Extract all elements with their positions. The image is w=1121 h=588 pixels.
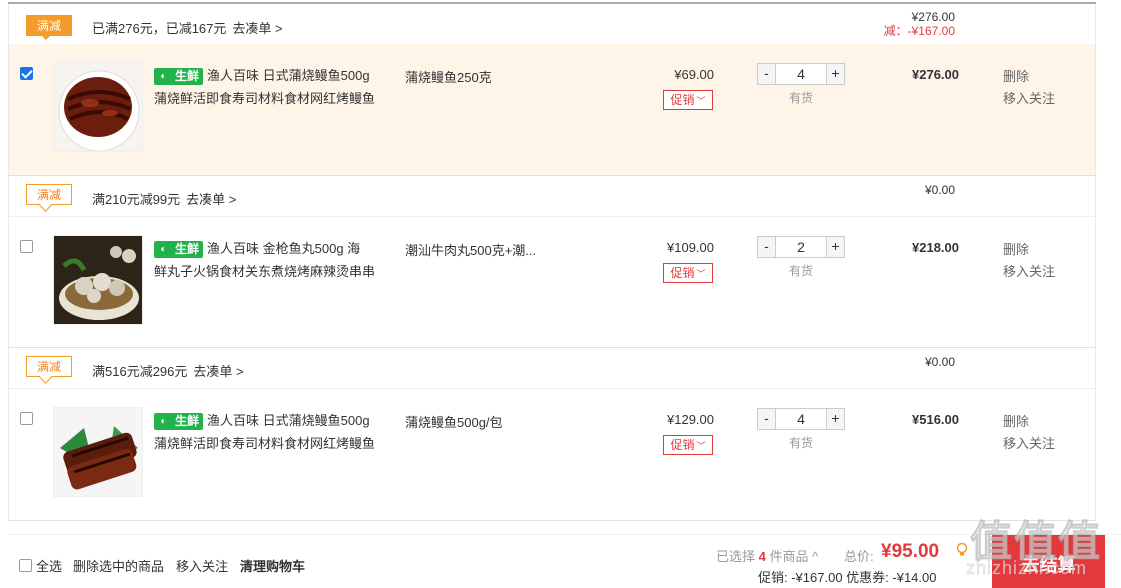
product-spec: 蒲烧鳗鱼500g/包 — [405, 415, 503, 430]
delete-selected-link[interactable]: 删除选中的商品 — [73, 556, 164, 575]
promotion-dropdown[interactable]: 促销 ﹀ — [663, 90, 713, 110]
stock-status: 有货 — [788, 91, 813, 105]
delete-link[interactable]: 删除 — [1003, 411, 1055, 433]
select-all-label[interactable]: 全选 — [36, 556, 62, 575]
item-operations: 删除 移入关注 — [1003, 411, 1055, 455]
follow-link[interactable]: 移入关注 — [1003, 433, 1055, 455]
select-all-checkbox[interactable] — [19, 559, 32, 572]
quantity-input[interactable]: 2 — [776, 237, 826, 257]
chevron-down-icon: ﹀ — [696, 96, 706, 106]
promo-group-1: 满减 已满276元，已减167元 去凑单 > ¥276.00 减：-¥167.00… — [8, 4, 1096, 176]
follow-link[interactable]: 移入关注 — [1003, 261, 1055, 283]
product-spec: 潮汕牛肉丸500克+潮... — [405, 243, 537, 258]
add-items-link[interactable]: 去凑单 > — [193, 364, 243, 379]
follow-link[interactable]: 移入关注 — [1003, 88, 1055, 110]
add-items-link[interactable]: 去凑单 > — [186, 192, 236, 207]
checkout-bar: 全选 删除选中的商品 移入关注 清理购物车 已选择 4 件商品 ^ 总价: ¥9… — [8, 534, 1121, 588]
clear-cart-link[interactable]: 清理购物车 — [240, 556, 305, 575]
product-image-eel[interactable] — [53, 62, 143, 152]
fresh-badge: ◐ 生鲜 — [154, 68, 204, 86]
fresh-icon: ◐ — [155, 414, 172, 430]
decrease-button[interactable]: - — [758, 409, 776, 429]
item-checkbox[interactable] — [20, 67, 33, 80]
chevron-down-icon: ﹀ — [696, 441, 706, 451]
total-price: ¥95.00 — [881, 541, 940, 562]
quantity-input[interactable]: 4 — [776, 409, 826, 429]
increase-button[interactable]: + — [826, 64, 844, 84]
selected-count[interactable]: 已选择 4 件商品 ^ — [716, 546, 818, 565]
cart-item: ◐ 生鲜 渔人百味 日式蒲烧鳗鱼500g 蒲烧鲜活即食寿司材料食材网红烤鳗鱼 蒲烧鳗鱼… — [9, 44, 1095, 176]
promo-summary: ¥0.00 — [925, 355, 955, 369]
promo-group-header: 满减 满516元减296元 去凑单 > ¥0.00 — [9, 348, 1095, 388]
promotion-dropdown[interactable]: 促销 ﹀ — [663, 435, 713, 455]
promo-group-header: 满减 满210元减99元 去凑单 > ¥0.00 — [9, 176, 1095, 216]
promo-group-3: 满减 满516元减296元 去凑单 > ¥0.00 ◐ 生鲜 渔人百味 日式蒲烧鳗鱼5… — [8, 347, 1096, 521]
product-name[interactable]: ◐ 生鲜 渔人百味 日式蒲烧鳗鱼500g 蒲烧鲜活即食寿司材料食材网红烤鳗鱼 — [154, 64, 394, 110]
full-reduce-tag: 满减 — [26, 184, 73, 205]
decrease-button[interactable]: - — [758, 64, 776, 84]
watermark-site: zhizhizhi.com — [966, 558, 1088, 579]
promo-sum-total: ¥276.00 — [911, 10, 955, 24]
fresh-badge: ◐ 生鲜 — [154, 241, 204, 259]
item-checkbox[interactable] — [20, 412, 33, 425]
promo-summary: ¥0.00 — [925, 183, 955, 197]
cart-item: ◐ 生鲜 渔人百味 日式蒲烧鳗鱼500g 蒲烧鲜活即食寿司材料食材网红烤鳗鱼 蒲烧鳗鱼… — [9, 388, 1095, 520]
item-subtotal: ¥218.00 — [912, 240, 959, 255]
cart-item: ◐ 生鲜 渔人百味 金枪鱼丸500g 海鲜丸子火锅食材关东煮烧烤麻辣烫串串 潮汕牛肉… — [9, 216, 1095, 348]
promo-sum-total: ¥0.00 — [924, 355, 955, 369]
product-spec: 蒲烧鳗鱼250克 — [405, 70, 492, 85]
chevron-down-icon: ﹀ — [696, 269, 706, 279]
stock-status: 有货 — [788, 436, 813, 450]
promotion-dropdown[interactable]: 促销 ﹀ — [663, 263, 713, 283]
add-items-link[interactable]: 去凑单 > — [232, 21, 282, 36]
promo-description: 已满276元，已减167元 去凑单 > — [92, 21, 283, 36]
quantity-input[interactable]: 4 — [776, 64, 826, 84]
total-label: 总价: — [844, 549, 874, 564]
delete-link[interactable]: 删除 — [1003, 66, 1055, 88]
stock-status: 有货 — [788, 264, 813, 278]
unit-price: ¥109.00 — [667, 240, 714, 255]
quantity-stepper: - 2 + — [757, 236, 845, 258]
item-operations: 删除 移入关注 — [1003, 66, 1055, 110]
fresh-icon: ◐ — [155, 242, 172, 258]
move-follow-link[interactable]: 移入关注 — [176, 556, 228, 575]
promo-summary: ¥276.00 减：-¥167.00 — [884, 10, 955, 38]
promo-description: 满210元减99元 去凑单 > — [92, 192, 237, 207]
lightbulb-icon[interactable] — [956, 543, 968, 557]
full-reduce-tag: 满减 — [26, 356, 73, 377]
item-subtotal: ¥276.00 — [912, 67, 959, 82]
delete-link[interactable]: 删除 — [1003, 239, 1055, 261]
decrease-button[interactable]: - — [758, 237, 776, 257]
item-operations: 删除 移入关注 — [1003, 239, 1055, 283]
item-checkbox[interactable] — [20, 240, 33, 253]
promo-group-header: 满减 已满276元，已减167元 去凑单 > ¥276.00 减：-¥167.00 — [9, 4, 1095, 44]
unit-price: ¥129.00 — [667, 412, 714, 427]
promo-sum-reduce: 减：-¥167.00 — [883, 24, 955, 38]
quantity-stepper: - 4 + — [757, 408, 845, 430]
increase-button[interactable]: + — [826, 237, 844, 257]
quantity-stepper: - 4 + — [757, 63, 845, 85]
item-subtotal: ¥516.00 — [912, 412, 959, 427]
increase-button[interactable]: + — [826, 409, 844, 429]
promo-description: 满516元减296元 去凑单 > — [92, 364, 244, 379]
unit-price: ¥69.00 — [674, 67, 714, 82]
full-reduce-tag: 满减 — [26, 15, 73, 40]
discount-summary: 促销: -¥167.00 优惠券: -¥14.00 — [758, 570, 937, 585]
product-image-eel-pack[interactable] — [53, 407, 143, 497]
promo-group-2: 满减 满210元减99元 去凑单 > ¥0.00 ◐ 生鲜 渔人百味 金枪鱼丸500g… — [8, 175, 1096, 348]
fresh-badge: ◐ 生鲜 — [154, 413, 204, 431]
product-name[interactable]: ◐ 生鲜 渔人百味 日式蒲烧鳗鱼500g 蒲烧鲜活即食寿司材料食材网红烤鳗鱼 — [154, 409, 394, 455]
product-name[interactable]: ◐ 生鲜 渔人百味 金枪鱼丸500g 海鲜丸子火锅食材关东煮烧烤麻辣烫串串 — [154, 237, 394, 283]
product-image-fishball[interactable] — [53, 235, 143, 325]
promo-sum-total: ¥0.00 — [924, 183, 955, 197]
fresh-icon: ◐ — [155, 69, 172, 85]
